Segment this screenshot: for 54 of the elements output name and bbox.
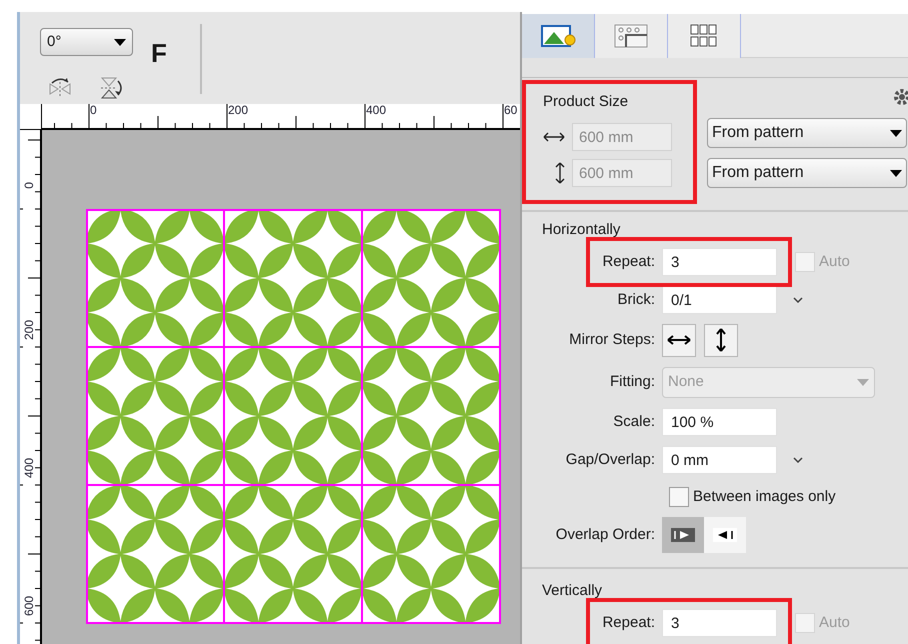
layout-icon	[612, 23, 650, 49]
checkbox-label: Auto	[819, 612, 850, 633]
play-backward-icon	[713, 528, 737, 542]
overlap-order-button[interactable]	[662, 517, 704, 553]
checkbox[interactable]	[669, 487, 689, 507]
section-title: Product Size	[543, 94, 630, 109]
ruler-label: 60	[504, 104, 518, 116]
field-label: Repeat:	[601, 612, 656, 633]
vertical-arrow-icon	[716, 328, 726, 352]
field-label: Brick:	[616, 290, 656, 310]
field-label: Overlap Order:	[554, 524, 656, 545]
checkbox-label: Auto	[819, 252, 850, 272]
caret-icon	[857, 378, 869, 386]
field-label: Mirror Steps:	[568, 330, 656, 350]
mirror-horizontal-button[interactable]	[662, 324, 696, 356]
panel-tab[interactable]	[595, 14, 668, 58]
panel-tab[interactable]	[668, 14, 741, 58]
repeat-field[interactable]: 3	[662, 609, 777, 637]
settings-icon[interactable]	[892, 88, 908, 106]
gap-field[interactable]: 0 mm	[662, 446, 777, 474]
grid-icon	[689, 23, 719, 49]
field-label: Gap/Overlap:	[564, 450, 656, 470]
field-label: Scale:	[612, 412, 656, 432]
ruler-label: 400	[23, 458, 35, 488]
repeat-field[interactable]: 3	[662, 248, 777, 276]
ruler-label: 200	[228, 104, 248, 116]
mirror-vertical-button[interactable]	[704, 324, 738, 356]
panel-tab[interactable]	[522, 14, 595, 58]
vertical-arrow-icon	[555, 162, 565, 184]
flip-vertical-icon[interactable]	[98, 76, 124, 100]
chevron-icon[interactable]	[793, 297, 803, 303]
rotation-dropdown[interactable]: 0°	[40, 28, 133, 56]
ruler-label: 200	[23, 320, 35, 350]
caret-icon	[890, 170, 902, 176]
horizontal-arrow-icon	[667, 335, 691, 345]
field-label: Fitting:	[608, 372, 656, 392]
brick-field[interactable]: 0/1	[662, 286, 777, 314]
chevron-icon[interactable]	[793, 457, 803, 463]
caret-icon	[114, 38, 126, 46]
field-label: Repeat:	[601, 252, 656, 272]
horizontal-arrow-icon	[543, 132, 565, 142]
ruler-label: 0	[23, 182, 35, 212]
section-title: Horizontally	[541, 222, 622, 237]
ruler-label: 400	[366, 104, 386, 116]
section-title: Vertically	[541, 583, 604, 598]
play-forward-icon	[671, 528, 695, 542]
image-icon	[539, 23, 577, 49]
ruler-label: 600	[23, 596, 35, 626]
overlap-order-button[interactable]	[704, 517, 746, 553]
orientation-letter: F	[151, 40, 167, 66]
ruler-label: 0	[90, 104, 97, 116]
scale-field[interactable]: 100 %	[662, 408, 777, 436]
checkbox-label: Between images only	[693, 486, 836, 507]
caret-icon	[890, 130, 902, 136]
